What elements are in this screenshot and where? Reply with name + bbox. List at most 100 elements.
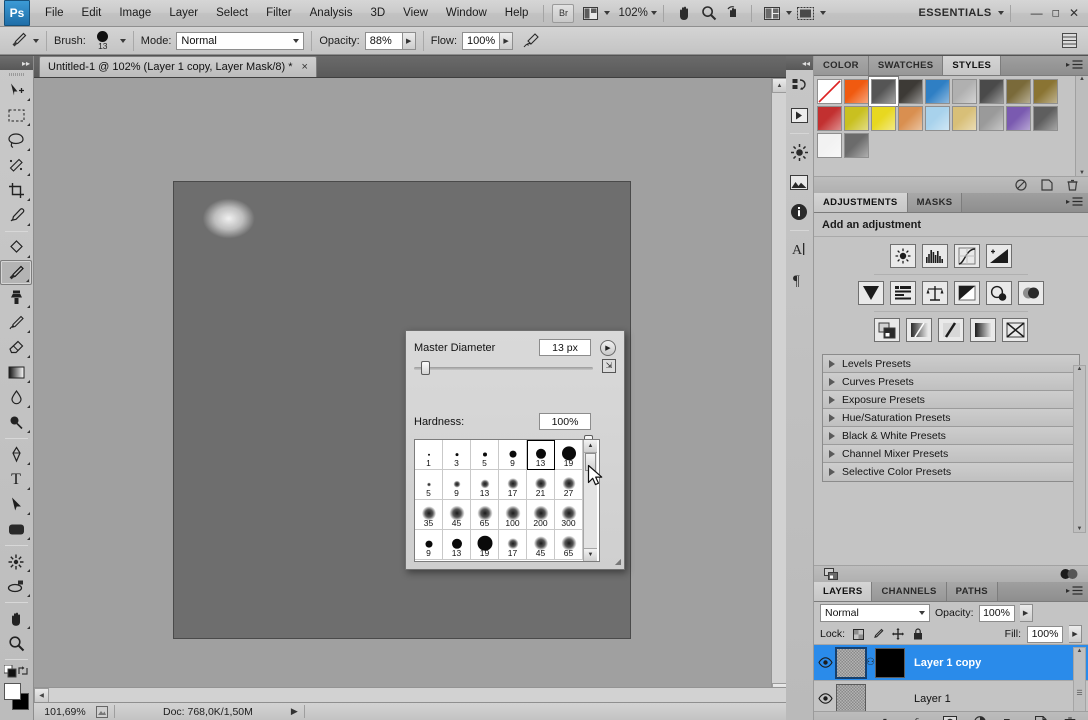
brush-preset-21[interactable]: 17 [499, 530, 527, 560]
menu-window[interactable]: Window [437, 3, 496, 23]
menu-3d[interactable]: 3D [361, 3, 394, 23]
brush-preview[interactable]: 13 [91, 30, 115, 51]
opacity-input[interactable]: 88% [364, 31, 403, 50]
brush-scroll-down-button[interactable]: ▼ [584, 548, 597, 561]
adjustments-panel-icon[interactable] [786, 137, 812, 167]
layer-visibility-toggle-2[interactable] [814, 693, 836, 704]
tool-preset-chevron-icon[interactable] [33, 38, 39, 43]
preset-row-6[interactable]: Selective Color Presets [823, 463, 1079, 481]
close-button[interactable]: ✕ [1069, 6, 1079, 20]
brush-preset-16[interactable]: 200 [527, 500, 555, 530]
brush-scroll-up-button[interactable]: ▲ [584, 440, 597, 453]
styles-scrollbar[interactable]: ▲ ▼ [1075, 76, 1088, 176]
workspace-chevron-icon[interactable] [997, 11, 1004, 15]
document-tab[interactable]: Untitled-1 @ 102% (Layer 1 copy, Layer M… [39, 56, 317, 77]
popup-resize-grip[interactable]: ◢ [615, 557, 621, 566]
style-charcoal[interactable] [979, 79, 1004, 104]
history-brush-tool[interactable] [0, 310, 32, 335]
brush-preset-2[interactable]: 5 [471, 440, 499, 470]
minimize-button[interactable]: — [1031, 6, 1043, 20]
brush-preset-17[interactable]: 300 [555, 500, 583, 530]
preset-expand-icon[interactable] [829, 359, 835, 368]
new-adjustment-icon[interactable] [974, 716, 987, 720]
paragraph-panel-icon[interactable]: ¶ [786, 264, 812, 294]
brush-preset-15[interactable]: 100 [499, 500, 527, 530]
mode-select[interactable]: Normal [176, 31, 305, 50]
eyedropper-tool[interactable] [0, 203, 32, 228]
style-sunset[interactable] [898, 106, 923, 131]
gradient-map-icon[interactable] [970, 318, 996, 342]
lasso-tool[interactable] [0, 128, 32, 153]
character-panel-icon[interactable]: A [786, 234, 812, 264]
style-beach[interactable] [952, 106, 977, 131]
blur-tool[interactable] [0, 385, 32, 410]
history-panel-icon[interactable] [786, 70, 812, 100]
marquee-tool[interactable] [0, 103, 32, 128]
layer-visibility-toggle-1[interactable] [814, 657, 836, 668]
status-expand-icon[interactable]: ▶ [291, 706, 298, 717]
diameter-slider-knob[interactable] [421, 361, 431, 375]
layer-mask-thumbnail-1[interactable] [875, 647, 905, 678]
view-extras-chevron-icon[interactable] [604, 11, 611, 15]
layer-fill-slider-toggle[interactable]: ▶ [1069, 625, 1082, 643]
style-basic-gray[interactable] [871, 79, 896, 104]
clear-style-icon[interactable] [1015, 179, 1027, 191]
status-zoom-level[interactable]: 101,69% [34, 706, 96, 718]
masks-panel-icon[interactable] [786, 167, 812, 197]
close-icon[interactable]: × [302, 61, 308, 73]
preset-row-5[interactable]: Channel Mixer Presets [823, 445, 1079, 463]
preset-row-0[interactable]: Levels Presets [823, 355, 1079, 373]
zoom-chevron-icon[interactable] [650, 11, 657, 15]
tab-channels[interactable]: CHANNELS [872, 582, 947, 601]
preset-row-1[interactable]: Curves Presets [823, 373, 1079, 391]
tab-adjustments[interactable]: ADJUSTMENTS [814, 193, 908, 212]
layers-scroll-thumb[interactable]: ☰ [1076, 689, 1082, 697]
style-gold[interactable] [1033, 79, 1058, 104]
layer-name-1[interactable]: Layer 1 copy [914, 657, 981, 669]
adjustments-scrollbar[interactable]: ▲ ▼ [1073, 365, 1086, 533]
path-selection-tool[interactable] [0, 492, 32, 517]
brush-preset-grid[interactable]: 1 3 5 9 13 19 5 9 13 17 21 27 35 45 65 100 200 300 9 13 19 17… [415, 440, 583, 561]
adjustments-scroll-down-icon[interactable]: ▼ [1077, 526, 1083, 532]
new-layer-icon[interactable] [1035, 716, 1047, 720]
brush-preset-23[interactable]: 65 [555, 530, 583, 560]
popup-menu-icon[interactable]: ▶ [600, 339, 616, 356]
lock-image-icon[interactable] [871, 627, 885, 641]
scroll-up-button[interactable]: ▲ [772, 78, 787, 93]
crop-tool[interactable] [0, 178, 32, 203]
menu-select[interactable]: Select [207, 3, 257, 23]
menu-help[interactable]: Help [496, 3, 538, 23]
maximize-button[interactable]: ◻ [1052, 8, 1060, 19]
brush-preset-1[interactable]: 3 [443, 440, 471, 470]
dodge-tool[interactable] [0, 410, 32, 435]
brush-preset-4[interactable]: 13 [527, 440, 555, 470]
eraser-tool[interactable] [0, 335, 32, 360]
airbrush-icon[interactable] [519, 30, 543, 52]
vibrance-icon[interactable] [858, 281, 884, 305]
no-style[interactable] [817, 79, 842, 104]
brush-preset-6[interactable]: 5 [415, 470, 443, 500]
invert-icon[interactable] [874, 318, 900, 342]
master-diameter-input[interactable]: 13 px [539, 339, 591, 356]
menu-view[interactable]: View [394, 3, 437, 23]
document-thumbnail-icon[interactable] [96, 705, 108, 718]
tab-color[interactable]: COLOR [814, 56, 869, 75]
type-tool[interactable]: T [0, 467, 32, 492]
curves-icon[interactable] [954, 244, 980, 268]
healing-brush-tool[interactable] [0, 235, 32, 260]
info-panel-icon[interactable] [786, 197, 812, 227]
menu-analysis[interactable]: Analysis [301, 3, 362, 23]
preset-expand-icon[interactable] [829, 377, 835, 386]
pen-tool[interactable] [0, 442, 32, 467]
brush-preset-13[interactable]: 45 [443, 500, 471, 530]
style-yellow-satin[interactable] [871, 106, 896, 131]
style-white-frame[interactable] [817, 133, 842, 158]
flow-slider-toggle[interactable]: ▶ [500, 31, 514, 50]
tab-styles[interactable]: STYLES [943, 56, 1002, 75]
brush-picker-chevron-icon[interactable] [119, 38, 126, 43]
preset-expand-icon[interactable] [829, 431, 835, 440]
hue-saturation-icon[interactable] [890, 281, 916, 305]
view-extras-icon[interactable] [579, 4, 601, 23]
toolbox-drag-grip[interactable] [0, 70, 33, 78]
style-light-gray[interactable] [952, 79, 977, 104]
